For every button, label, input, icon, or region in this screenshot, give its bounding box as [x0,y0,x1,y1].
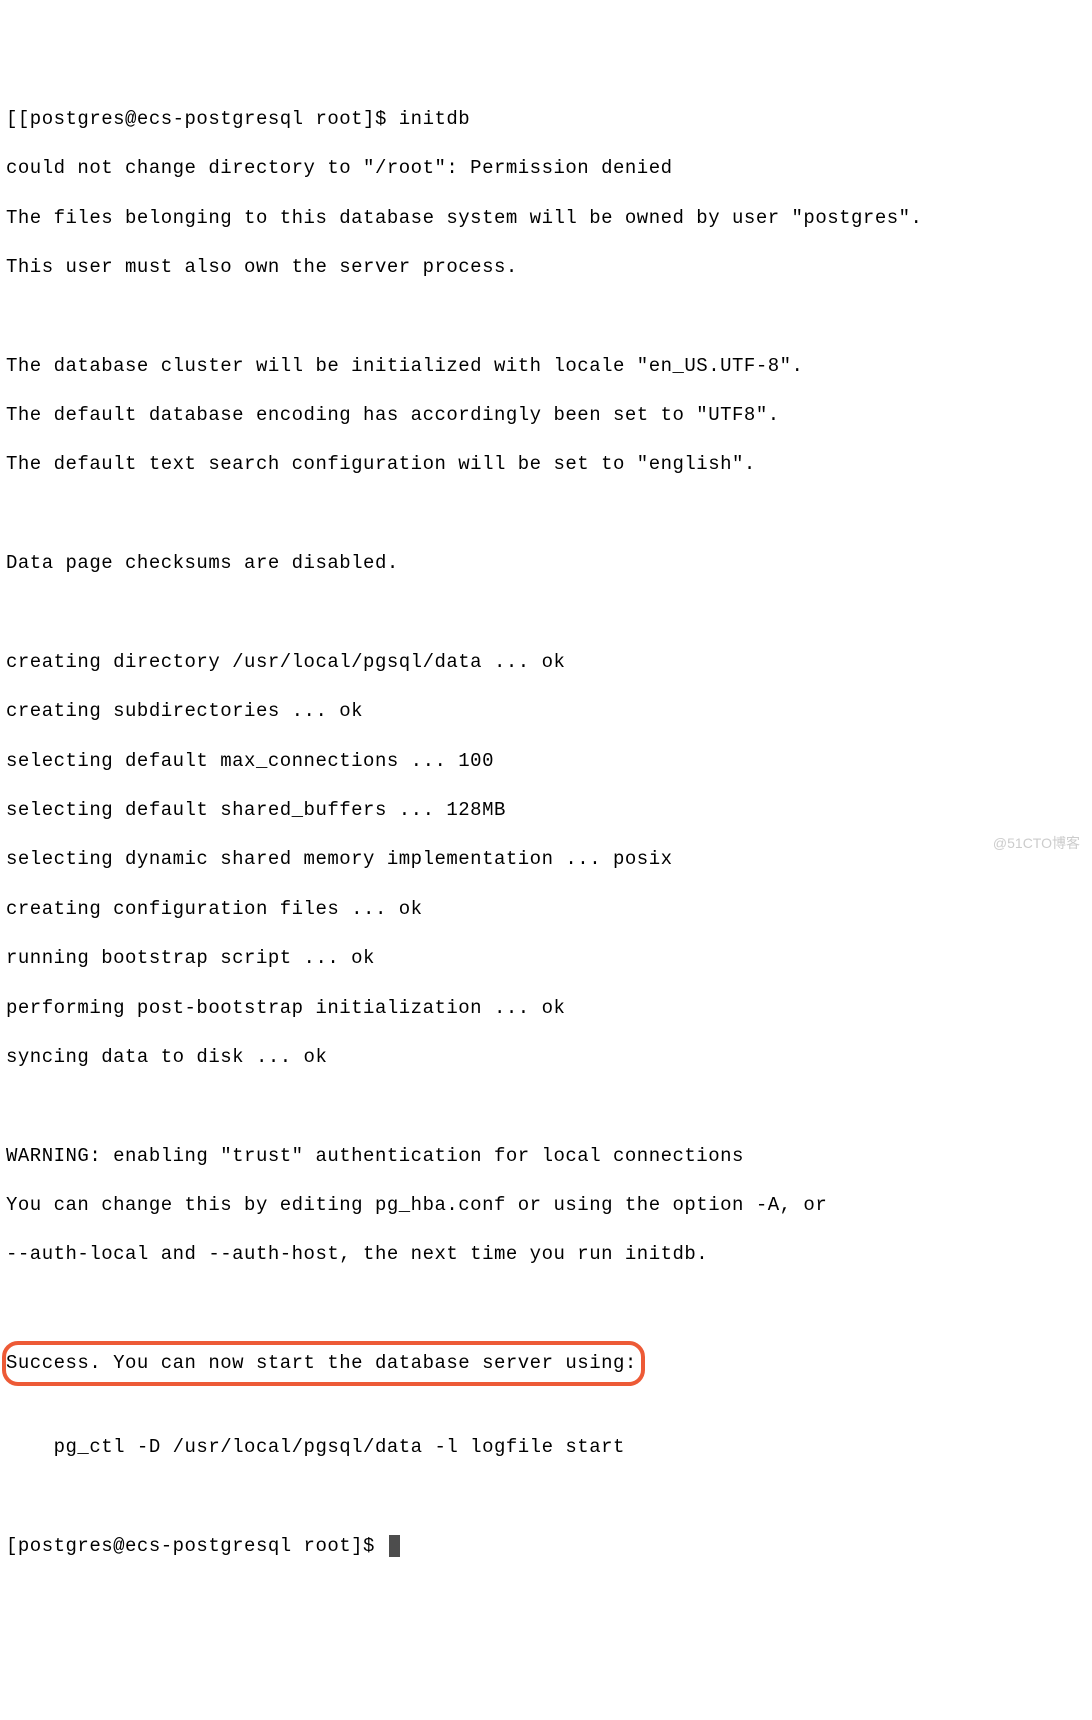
watermark-text: @51CTO博客 [993,834,1080,852]
terminal-output [6,1485,1086,1510]
cursor-icon [389,1535,400,1557]
terminal-output: selecting default max_connections ... 10… [6,749,1086,774]
terminal-output: WARNING: enabling "trust" authentication… [6,1144,1086,1169]
terminal-output: This user must also own the server proce… [6,255,1086,280]
terminal-output: running bootstrap script ... ok [6,946,1086,971]
shell-prompt: [[postgres@ecs-postgresql root]$ [6,108,399,130]
terminal-output: creating subdirectories ... ok [6,699,1086,724]
terminal-output: selecting default shared_buffers ... 128… [6,798,1086,823]
terminal-output: creating directory /usr/local/pgsql/data… [6,650,1086,675]
terminal-output [6,1094,1086,1119]
terminal-output: The default database encoding has accord… [6,403,1086,428]
command-input: initdb [399,108,470,130]
terminal-output: You can change this by editing pg_hba.co… [6,1193,1086,1218]
terminal-output: Data page checksums are disabled. [6,551,1086,576]
terminal-output: syncing data to disk ... ok [6,1045,1086,1070]
terminal-output: The database cluster will be initialized… [6,354,1086,379]
highlight-annotation: Success. You can now start the database … [2,1341,645,1386]
terminal-output: performing post-bootstrap initialization… [6,996,1086,1021]
terminal-output [6,1386,1086,1411]
terminal-output [6,601,1086,626]
terminal-output: The files belonging to this database sys… [6,206,1086,231]
terminal-prompt-line[interactable]: [postgres@ecs-postgresql root]$ [6,1534,1086,1559]
terminal-output: --auth-local and --auth-host, the next t… [6,1242,1086,1267]
terminal-output [6,502,1086,527]
terminal-output: could not change directory to "/root": P… [6,156,1086,181]
terminal-output [6,1292,1086,1317]
terminal-prompt-line[interactable]: [[postgres@ecs-postgresql root]$ initdb [6,107,1086,132]
terminal-output: creating configuration files ... ok [6,897,1086,922]
terminal-output [6,304,1086,329]
terminal-output: The default text search configuration wi… [6,452,1086,477]
shell-prompt: [postgres@ecs-postgresql root]$ [6,1535,387,1557]
terminal-output: pg_ctl -D /usr/local/pgsql/data -l logfi… [6,1435,1086,1460]
terminal-output-success: Success. You can now start the database … [6,1351,637,1376]
